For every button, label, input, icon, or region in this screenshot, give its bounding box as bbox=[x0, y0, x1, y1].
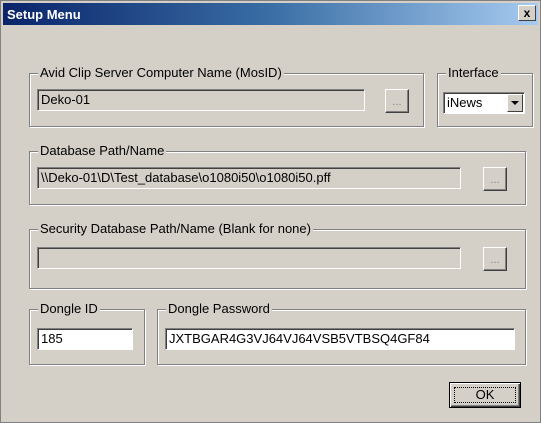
server-browse-button[interactable]: ... bbox=[385, 89, 409, 113]
server-name-field[interactable]: Deko-01 bbox=[37, 89, 365, 111]
security-database-label: Security Database Path/Name (Blank for n… bbox=[38, 221, 313, 237]
close-icon: x bbox=[523, 6, 531, 20]
dongle-id-label: Dongle ID bbox=[38, 301, 100, 317]
window-title: Setup Menu bbox=[7, 7, 81, 22]
database-path-field[interactable]: \\Deko-01\D\Test_database\o1080i50\o1080… bbox=[37, 167, 461, 189]
interface-select[interactable]: iNews bbox=[443, 92, 525, 114]
close-button[interactable]: x bbox=[518, 5, 536, 21]
database-browse-button[interactable]: ... bbox=[483, 167, 507, 191]
ellipsis-icon: ... bbox=[490, 254, 500, 266]
title-bar[interactable]: Setup Menu x bbox=[3, 3, 538, 25]
interface-dropdown-button[interactable] bbox=[507, 94, 523, 112]
chevron-down-icon bbox=[511, 101, 519, 105]
ellipsis-icon: ... bbox=[392, 96, 402, 108]
setup-menu-dialog: Setup Menu x Avid Clip Server Computer N… bbox=[0, 0, 541, 423]
dongle-password-label: Dongle Password bbox=[166, 301, 272, 317]
ok-button-label: OK bbox=[475, 387, 495, 402]
interface-label: Interface bbox=[446, 65, 501, 81]
dongle-password-field[interactable]: JXTBGAR4G3VJ64VJ64VSB5VTBSQ4GF84 bbox=[165, 328, 515, 350]
security-browse-button[interactable]: ... bbox=[483, 247, 507, 271]
ok-button[interactable]: OK bbox=[449, 382, 521, 408]
database-path-label: Database Path/Name bbox=[38, 143, 167, 159]
interface-selected-value: iNews bbox=[447, 95, 483, 110]
server-name-label: Avid Clip Server Computer Name (MosID) bbox=[38, 65, 284, 81]
dongle-id-field[interactable]: 185 bbox=[37, 328, 133, 350]
ellipsis-icon: ... bbox=[490, 174, 500, 186]
security-database-field[interactable] bbox=[37, 247, 461, 269]
